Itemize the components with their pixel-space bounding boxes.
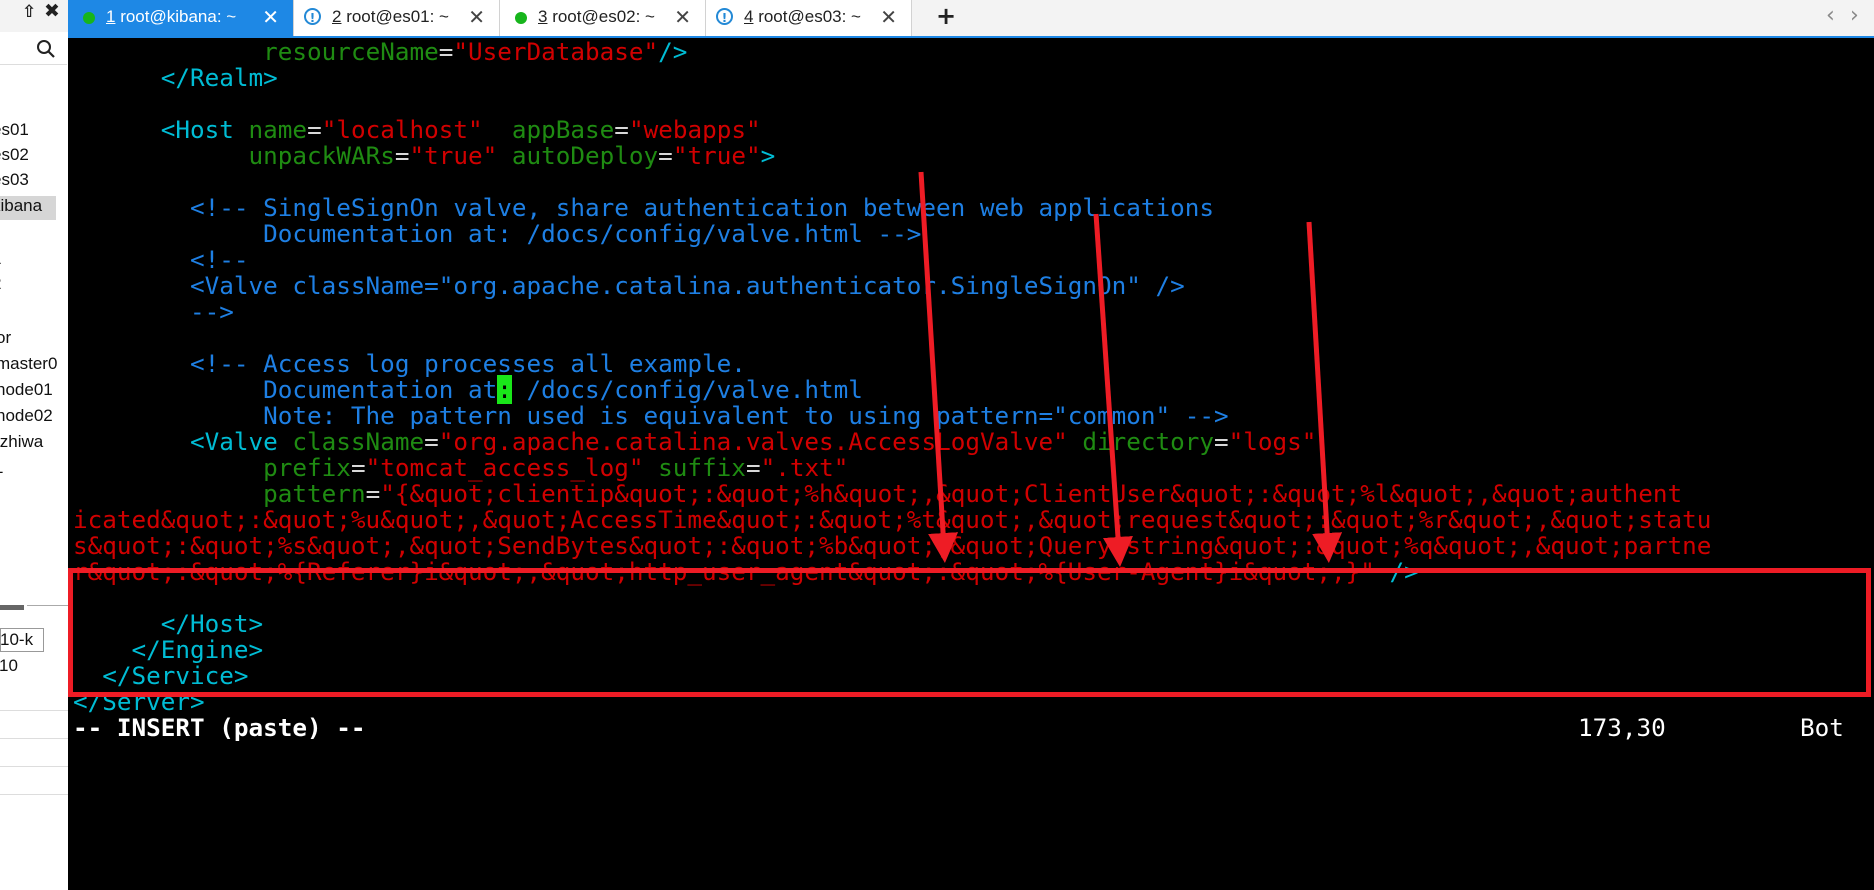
search-icon[interactable] — [36, 39, 56, 59]
close-icon[interactable]: ✖ — [44, 0, 60, 22]
vim-mode-indicator: -- INSERT (paste) -- — [73, 713, 366, 742]
cursor-position: 173,30 — [1578, 713, 1666, 742]
code-line: </Realm> — [73, 63, 278, 92]
session-sidebar: ⇧ ✖ es01 es02 es03 kibana 1 2 or master0… — [0, 0, 69, 890]
chevron-right-icon[interactable]: › — [1850, 3, 1859, 28]
sidebar-header: ⇧ ✖ — [0, 0, 68, 32]
code-line: <Valve className="org.apache.catalina.au… — [73, 271, 1185, 300]
warning-status-icon: ! — [716, 8, 733, 25]
sidebar-item-1b[interactable]: 1 — [0, 458, 68, 482]
close-tab-icon[interactable]: ✕ — [468, 5, 485, 29]
sidebar-item-2[interactable]: 2 — [0, 274, 68, 298]
divider — [27, 605, 68, 606]
connected-status-icon — [515, 12, 527, 24]
pin-icon[interactable]: ⇧ — [22, 2, 36, 22]
divider — [0, 766, 68, 767]
tab-kibana[interactable]: 1 root@kibana: ~ ✕ — [68, 0, 294, 36]
sidebar-item-kibana[interactable]: kibana — [0, 196, 56, 220]
close-tab-icon[interactable]: ✕ — [880, 5, 897, 29]
sidebar-item-master0[interactable]: master0 — [0, 354, 68, 378]
tab-es02[interactable]: 3 root@es02: ~ ✕ — [500, 0, 706, 36]
divider — [0, 794, 68, 795]
sidebar-item-10-k[interactable]: 10-k — [0, 628, 44, 652]
sidebar-item-1[interactable]: 1 — [0, 249, 68, 273]
splitter-handle[interactable] — [0, 605, 24, 610]
tab-bar: 1 root@kibana: ~ ✕ ! 2 root@es01: ~ ✕ 3 … — [68, 0, 1874, 38]
sidebar-item-es02[interactable]: es02 — [0, 145, 68, 169]
sidebar-search[interactable] — [0, 32, 67, 65]
sidebar-item-or[interactable]: or — [0, 328, 68, 352]
sidebar-item-node01[interactable]: node01 — [0, 380, 68, 404]
sidebar-item-10[interactable]: 10 — [0, 656, 68, 680]
tab-es03[interactable]: ! 4 root@es03: ~ ✕ — [706, 0, 912, 36]
divider — [0, 738, 68, 739]
close-tab-icon[interactable]: ✕ — [674, 5, 691, 29]
connected-status-icon — [83, 12, 95, 24]
scroll-indicator: Bot — [1800, 713, 1844, 742]
terminal-screen[interactable]: resourceName="UserDatabase"/> </Realm> <… — [68, 37, 1874, 890]
sidebar-item-es03[interactable]: es03 — [0, 170, 68, 194]
close-tab-icon[interactable]: ✕ — [262, 5, 279, 29]
code-line: unpackWARs="true" autoDeploy="true"> — [248, 141, 776, 170]
sidebar-item-izhiwa[interactable]: izhiwa — [0, 432, 68, 456]
sidebar-item-node02[interactable]: node02 — [0, 406, 68, 430]
sidebar-item-es01[interactable]: es01 — [0, 120, 68, 144]
tab-es01[interactable]: ! 2 root@es01: ~ ✕ — [294, 0, 500, 36]
warning-status-icon: ! — [304, 8, 321, 25]
divider — [0, 710, 68, 711]
chevron-left-icon[interactable]: ‹ — [1826, 3, 1835, 28]
code-line: --> — [73, 297, 234, 326]
add-tab-button[interactable]: + — [936, 2, 956, 30]
code-line: r&quot;:&quot;%{Referer}i&quot;,&quot;ht… — [73, 557, 1419, 586]
